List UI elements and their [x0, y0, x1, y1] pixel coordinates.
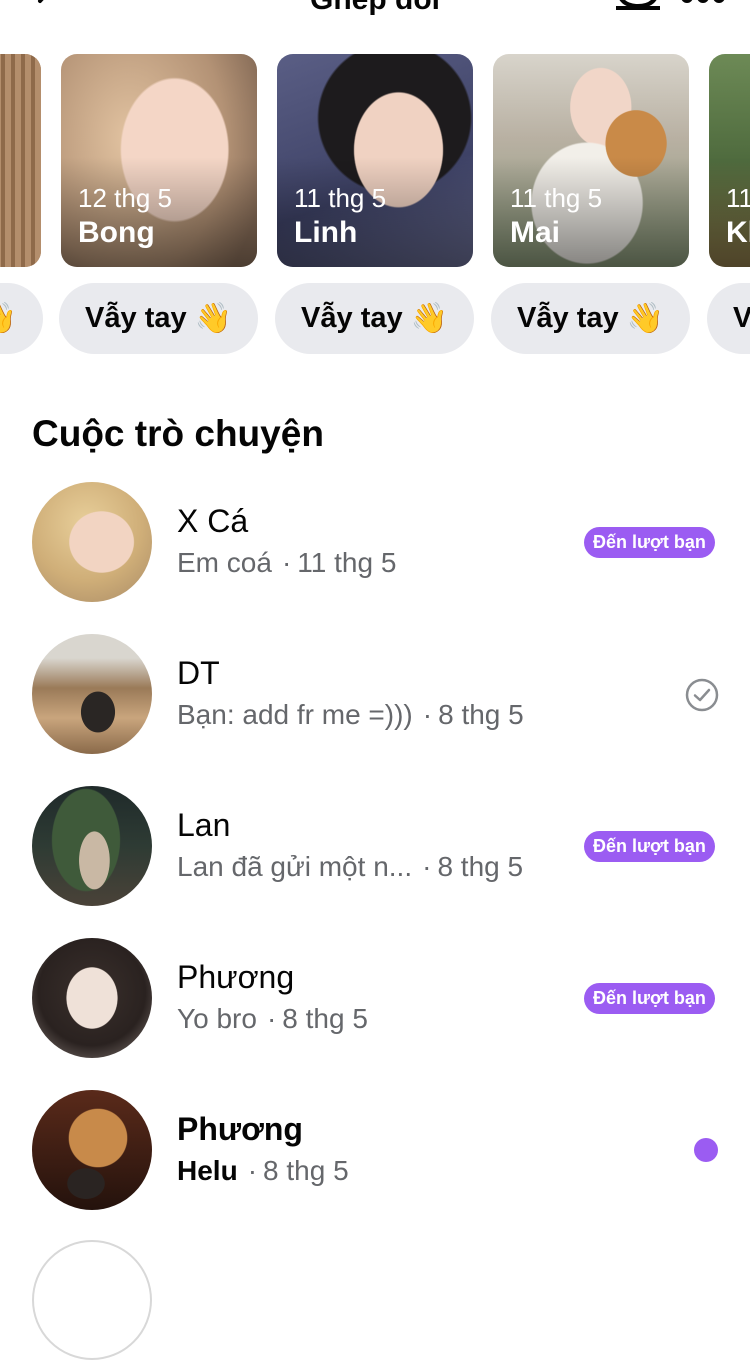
match-date: 11 thg 5: [510, 183, 603, 213]
match-name: Bong: [78, 216, 155, 249]
separator: ·: [281, 547, 292, 578]
message-time: 8 thg 5: [282, 1003, 368, 1034]
avatar: [32, 482, 152, 602]
separator: ·: [247, 1155, 258, 1186]
waving-hand-icon: 👋: [626, 302, 664, 335]
match-name: Mai: [510, 216, 561, 249]
conversation-name: Phương: [177, 1111, 303, 1147]
last-message: Yo bro: [177, 1003, 257, 1034]
last-message: Helu: [177, 1155, 238, 1186]
separator: ·: [422, 699, 433, 730]
last-message: Em coá: [177, 547, 272, 578]
conversation-name: X Cá: [177, 503, 249, 539]
message-time: 8 thg 5: [263, 1155, 349, 1186]
conversation-preview: Lan đã gửi một n... · 8 thg 5: [177, 850, 523, 884]
message-time: 11 thg 5: [297, 547, 397, 578]
match-date: 11: [726, 183, 750, 213]
conversation-preview: Helu · 8 thg 5: [177, 1154, 349, 1188]
conversation-item-x-ca[interactable]: X Cá Em coá · 11 thg 5 Đến lượt bạn: [0, 482, 750, 612]
match-date: 11 thg 5: [294, 183, 387, 213]
separator: ·: [422, 851, 432, 882]
new-matches-carousel[interactable]: 12 thg 5 Bong 11 thg 5 Linh 11 thg 5 Mai…: [0, 54, 750, 268]
conversations-heading: Cuộc trò chuyện: [32, 413, 324, 454]
message-time: 8 thg 5: [438, 699, 524, 730]
conversation-name: Lan: [177, 807, 231, 843]
sent-check-icon: [685, 678, 719, 712]
avatar: [32, 938, 152, 1058]
conversation-item-lan[interactable]: Lan Lan đã gửi một n... · 8 thg 5 Đến lượt…: [0, 786, 750, 916]
conversation-item-phuong[interactable]: Phương Yo bro · 8 thg 5 Đến lượt bạn: [0, 938, 750, 1068]
wave-button[interactable]: Vẫy tay 👋: [491, 283, 690, 354]
message-time: 8 thg 5: [437, 851, 524, 882]
match-photo: [0, 54, 41, 267]
wave-button[interactable]: Vẫy tay 👋: [275, 283, 474, 354]
separator: ·: [266, 1003, 277, 1034]
wave-button[interactable]: Vẫy tay 👋: [59, 283, 258, 354]
more-dots-icon[interactable]: [680, 0, 726, 8]
avatar: [32, 1240, 152, 1360]
conversation-name: Phương: [177, 959, 295, 995]
match-date: 12 thg 5: [78, 183, 172, 213]
conversation-name: DT: [177, 655, 220, 691]
conversation-preview: Bạn: add fr me =))) · 8 thg 5: [177, 698, 524, 732]
match-card-mai[interactable]: 11 thg 5 Mai: [493, 54, 689, 267]
header: Ghép đôi: [0, 0, 750, 40]
waving-hand-icon: 👋: [410, 302, 448, 335]
avatar: [32, 634, 152, 754]
your-turn-badge: Đến lượt bạn: [584, 831, 715, 862]
avatar: [32, 1090, 152, 1210]
wave-label: Vẫy tay: [301, 302, 403, 334]
unread-dot-icon: [694, 1138, 718, 1162]
conversation-preview: Yo bro · 8 thg 5: [177, 1002, 368, 1036]
wave-label: Vẫy tay: [517, 302, 619, 334]
match-name: Kl: [726, 216, 750, 249]
last-message: Lan đã gửi một n...: [177, 851, 413, 882]
match-card-bong[interactable]: 12 thg 5 Bong: [61, 54, 257, 267]
video-camera-icon[interactable]: [612, 0, 664, 26]
wave-button[interactable]: Vẫy tay 👋: [0, 283, 43, 354]
waving-hand-icon: 👋: [0, 301, 17, 336]
last-message: Bạn: add fr me =))): [177, 699, 413, 730]
conversation-item-dt[interactable]: DT Bạn: add fr me =))) · 8 thg 5: [0, 634, 750, 764]
your-turn-badge: Đến lượt bạn: [584, 527, 715, 558]
wave-button[interactable]: V: [707, 283, 750, 354]
conversation-preview: Em coá · 11 thg 5: [177, 546, 396, 580]
wave-label: Vẫy tay: [85, 302, 187, 334]
avatar: [32, 786, 152, 906]
wave-buttons-row: Vẫy tay 👋 Vẫy tay 👋 Vẫy tay 👋 Vẫy tay 👋 …: [0, 283, 750, 355]
match-name: Linh: [294, 216, 358, 249]
wave-label: V: [733, 302, 750, 334]
match-card-linh[interactable]: 11 thg 5 Linh: [277, 54, 473, 267]
your-turn-badge: Đến lượt bạn: [584, 983, 715, 1014]
waving-hand-icon: 👋: [194, 302, 232, 335]
conversation-item-phuong-unread[interactable]: Phương Helu · 8 thg 5: [0, 1090, 750, 1220]
match-card[interactable]: [0, 54, 41, 267]
match-card[interactable]: 11 Kl: [709, 54, 750, 267]
